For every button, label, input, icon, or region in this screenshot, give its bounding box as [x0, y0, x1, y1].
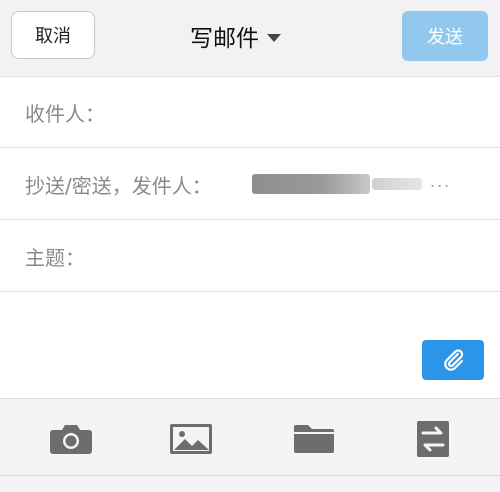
- subject-input[interactable]: [98, 220, 478, 292]
- sender-address-redacted: [252, 174, 370, 194]
- transfer-button[interactable]: [410, 419, 456, 459]
- to-input[interactable]: [118, 76, 478, 148]
- camera-icon: [50, 425, 92, 454]
- cc-bcc-sender-label: 抄送/密送，发件人：: [25, 173, 212, 198]
- cc-bcc-sender-row[interactable]: 抄送/密送，发件人：: [0, 148, 500, 220]
- compose-title-dropdown[interactable]: 写邮件: [190, 18, 281, 54]
- sender-address-blur: [372, 178, 422, 190]
- page-title: 写邮件: [190, 26, 259, 52]
- image-button[interactable]: [168, 419, 214, 459]
- compose-header: 取消 写邮件 发送: [0, 0, 500, 77]
- transfer-icon: [417, 421, 449, 457]
- attachment-button[interactable]: [422, 340, 484, 380]
- paperclip-icon: [444, 349, 464, 371]
- image-icon: [170, 424, 212, 454]
- cancel-button[interactable]: 取消: [11, 11, 95, 59]
- subject-label: 主题：: [25, 245, 85, 270]
- send-button[interactable]: 发送: [402, 11, 488, 61]
- caret-down-icon: [267, 33, 281, 42]
- bottom-toolbar: [0, 398, 500, 492]
- folder-icon: [294, 425, 334, 453]
- toolbar-divider: [0, 475, 500, 476]
- subject-field-row: 主题：: [0, 220, 500, 292]
- to-field-row: 收件人：: [0, 76, 500, 148]
- camera-button[interactable]: [48, 419, 94, 459]
- folder-button[interactable]: [291, 419, 337, 459]
- sender-address-ellipsis: ...: [430, 172, 452, 191]
- to-label: 收件人：: [25, 101, 105, 126]
